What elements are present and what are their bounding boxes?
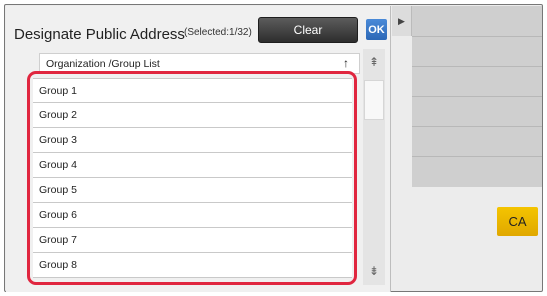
side-panel-divider (412, 96, 542, 97)
scrollbar-thumb[interactable] (364, 80, 384, 120)
list-item[interactable]: Group 2 (33, 103, 352, 128)
list-header-label: Organization /Group List (46, 58, 160, 70)
list-item[interactable]: Group 6 (33, 203, 352, 228)
group-list: Group 1 Group 2 Group 3 Group 4 Group 5 … (33, 78, 352, 278)
clear-button[interactable]: Clear (258, 17, 358, 43)
screen: Designate Public Address (Selected:1/32)… (0, 0, 547, 296)
dialog-title: Designate Public Address (14, 26, 185, 43)
list-item[interactable]: Group 1 (33, 78, 352, 103)
list-item[interactable]: Group 8 (33, 253, 352, 278)
selected-count: (Selected:1/32) (184, 27, 252, 38)
list-item[interactable]: Group 3 (33, 128, 352, 153)
side-panel-divider (412, 36, 542, 37)
expand-arrow-icon: ▶ (398, 15, 405, 26)
scroll-top-icon[interactable]: ⇞ (363, 49, 385, 75)
ok-button[interactable]: OK (366, 19, 387, 40)
ca-button[interactable]: CA (497, 207, 538, 236)
list-item[interactable]: Group 7 (33, 228, 352, 253)
list-item[interactable]: Group 4 (33, 153, 352, 178)
sort-arrow-icon[interactable]: ↑ (343, 56, 349, 70)
side-panel-toggle[interactable]: ▶ (392, 6, 412, 36)
list-header[interactable]: Organization /Group List ↑ (39, 53, 360, 74)
scroll-bottom-icon[interactable]: ⇟ (363, 258, 385, 284)
list-item[interactable]: Group 5 (33, 178, 352, 203)
side-panel-divider (412, 126, 542, 127)
side-panel-divider (412, 66, 542, 67)
side-panel-divider (412, 156, 542, 157)
